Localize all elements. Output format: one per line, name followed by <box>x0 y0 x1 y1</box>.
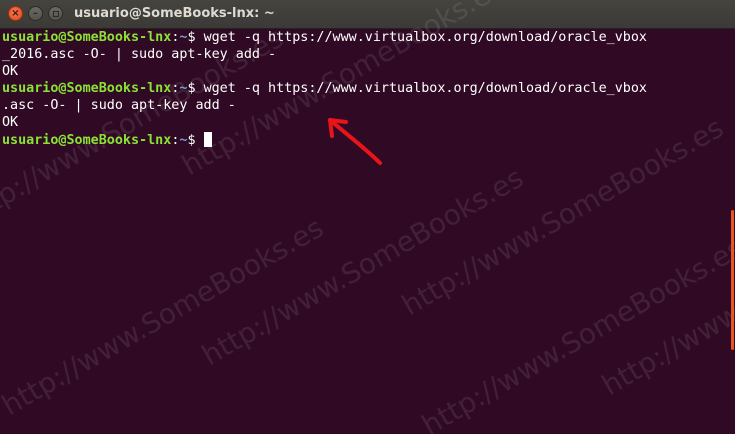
close-button[interactable]: × <box>8 6 23 21</box>
minimize-icon: – <box>33 7 38 19</box>
cursor <box>203 131 212 147</box>
prompt-symbol: $ <box>187 81 204 97</box>
prompt-user: usuario@SomeBooks-lnx <box>2 30 172 45</box>
terminal-window: × – usuario@SomeBooks-lnx: ~ http://www.… <box>0 0 735 434</box>
command-text: wget -q https://www.virtualbox.org/downl… <box>203 81 647 97</box>
maximize-icon <box>52 10 59 17</box>
title-bar[interactable]: × – usuario@SomeBooks-lnx: ~ <box>0 0 735 29</box>
terminal-output[interactable]: usuario@SomeBooks-lnx:~$ wget -q https:/… <box>2 29 722 434</box>
scrollbar[interactable] <box>731 210 734 350</box>
annotation-arrow-icon <box>328 118 382 165</box>
output-line: OK <box>2 63 722 80</box>
prompt-user: usuario@SomeBooks-lnx <box>2 81 172 97</box>
prompt-symbol: $ <box>187 30 204 45</box>
prompt-symbol: $ <box>187 132 204 148</box>
output-line: _2016.asc -O- | sudo apt-key add - <box>2 46 722 63</box>
output-text: OK <box>2 115 19 131</box>
output-text: OK <box>2 64 19 80</box>
output-text: .asc -O- | sudo apt-key add - <box>2 98 236 114</box>
command-text: wget -q https://www.virtualbox.org/downl… <box>203 30 647 45</box>
close-icon: × <box>11 7 20 19</box>
prompt-line: usuario@SomeBooks-lnx:~$ wget -q https:/… <box>2 29 722 46</box>
prompt-line: usuario@SomeBooks-lnx:~$ wget -q https:/… <box>2 80 722 97</box>
window-title: usuario@SomeBooks-lnx: ~ <box>74 6 275 21</box>
maximize-button[interactable] <box>48 6 63 21</box>
minimize-button[interactable]: – <box>28 6 43 21</box>
prompt-user: usuario@SomeBooks-lnx <box>2 132 172 148</box>
output-text: _2016.asc -O- | sudo apt-key add - <box>2 47 277 63</box>
